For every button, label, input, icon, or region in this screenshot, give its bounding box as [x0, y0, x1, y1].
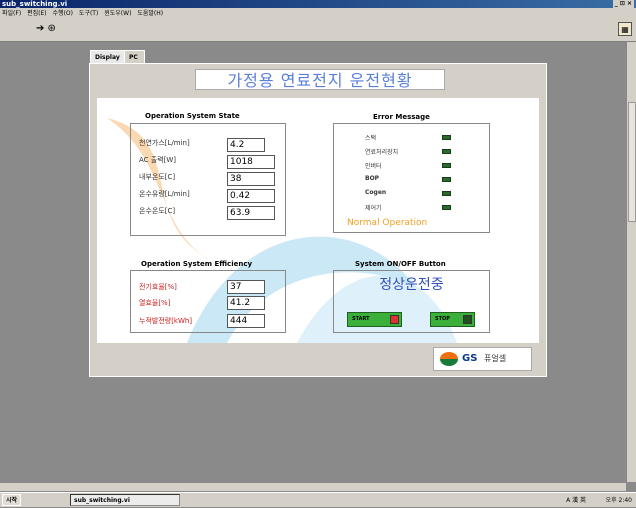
start-button-label: START [352, 316, 370, 322]
onoff-title: System ON/OFF Button [355, 260, 446, 268]
water-temp-label: 온수온도[C] [139, 207, 176, 215]
error-status-text: Normal Operation [347, 218, 428, 228]
menu-bar: 파일(F) 편집(E) 수행(O) 도구(T) 윈도우(W) 도움말(H) [0, 8, 636, 20]
error-message-box [333, 123, 490, 233]
elec-eff-value: 37 [227, 280, 265, 294]
error-bop-led [442, 177, 451, 182]
water-flow-label: 온수유량[L/min] [139, 190, 190, 198]
error-bop-label: BOP [365, 175, 380, 182]
gs-fuelcell-logo: GS 퓨얼셀 [433, 347, 532, 371]
internal-temp-value: 38 [227, 172, 275, 186]
operation-state-title: Operation System State [145, 112, 240, 120]
error-inverter-label: 인버터 [365, 163, 382, 170]
tab-display[interactable]: Display [90, 50, 125, 63]
error-controller-label: 제어기 [365, 205, 382, 212]
error-fuelproc-label: 연료처리장치 [365, 149, 399, 156]
window-title: sub_switching.vi [2, 0, 68, 8]
stop-button[interactable]: STOP [430, 312, 475, 327]
water-flow-value: 0.42 [227, 189, 275, 203]
run-arrow-icon[interactable]: ➔ ⊛ [36, 23, 56, 34]
ac-output-value: 1018 [227, 155, 275, 169]
taskbar-item-subswitching[interactable]: sub_switching.vi [70, 494, 180, 506]
window-controls[interactable]: _ ⊡ × [612, 0, 634, 8]
ac-output-label: AC 출력[W] [139, 156, 177, 164]
page-title: 가정용 연료전지 운전현황 [195, 69, 445, 90]
elec-eff-label: 전기효율[%] [139, 283, 177, 291]
error-stack-label: 스택 [365, 135, 377, 142]
menu-edit[interactable]: 편집(E) [27, 10, 47, 17]
ime-tray[interactable]: A 漢 英 [566, 493, 586, 508]
error-inverter-led [442, 163, 451, 168]
water-temp-value: 63.9 [227, 206, 275, 220]
heat-eff-label: 열효율[%] [139, 299, 171, 307]
vertical-scroll-thumb[interactable] [628, 102, 636, 222]
fuelcell-logo-text: 퓨얼셀 [484, 354, 507, 363]
vertical-scrollbar[interactable] [626, 42, 636, 482]
heat-eff-value: 41.2 [227, 296, 265, 310]
error-stack-led [442, 135, 451, 140]
internal-temp-label: 내부온도[C] [139, 173, 176, 181]
stop-button-label: STOP [435, 316, 450, 322]
error-cogen-led [442, 191, 451, 196]
start-indicator-icon [390, 315, 399, 324]
error-fuelproc-led [442, 149, 451, 154]
stop-indicator-icon [463, 315, 472, 324]
gas-value: 4.2 [227, 138, 265, 152]
menu-operate[interactable]: 수행(O) [53, 10, 73, 17]
gas-label: 천연가스[L/min] [139, 139, 190, 147]
taskbar-clock: 오후 2:40 [605, 497, 632, 504]
taskbar: 시작 sub_switching.vi A 漢 英 오후 2:40 [0, 492, 636, 507]
window-titlebar: sub_switching.vi _ ⊡ × [0, 0, 636, 8]
start-button-taskbar[interactable]: 시작 [2, 494, 22, 506]
menu-window[interactable]: 윈도우(W) [104, 10, 131, 17]
efficiency-title: Operation System Efficiency [141, 260, 253, 268]
error-cogen-label: Cogen [365, 189, 387, 196]
gs-logo-text: GS [462, 353, 478, 364]
tab-pc-set[interactable]: PC set [124, 50, 145, 74]
menu-file[interactable]: 파일(F) [2, 10, 21, 17]
start-button[interactable]: START [347, 312, 402, 327]
menu-help[interactable]: 도움말(H) [137, 10, 163, 17]
menu-tools[interactable]: 도구(T) [79, 10, 98, 17]
cum-power-value: 444 [227, 314, 265, 328]
cum-power-label: 누적발전량[kWh] [139, 317, 193, 325]
run-status-text: 정상운전중 [379, 277, 444, 293]
error-controller-led [442, 205, 451, 210]
horizontal-scrollbar[interactable] [0, 482, 626, 491]
vi-icon: ▦ [618, 22, 632, 36]
dashboard-area: Operation System State 천연가스[L/min] 4.2 A… [97, 98, 539, 343]
toolbar: ➔ ⊛ ▦ [0, 20, 636, 42]
gs-swirl-icon [440, 352, 458, 366]
error-message-title: Error Message [373, 113, 430, 121]
